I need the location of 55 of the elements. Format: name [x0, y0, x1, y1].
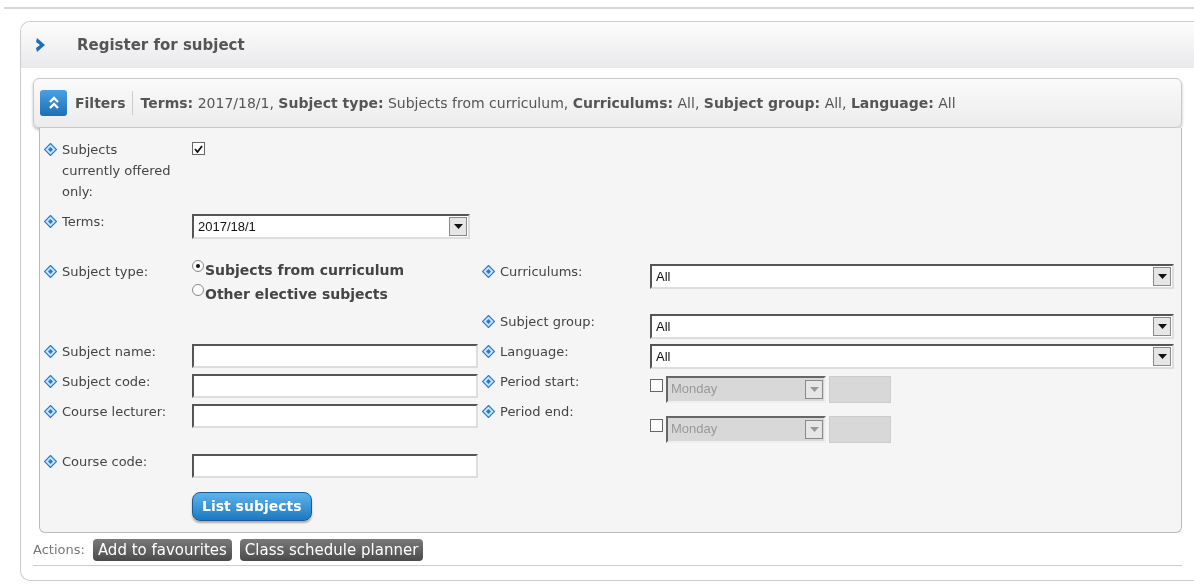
field-label: Period start: — [500, 373, 581, 391]
radio-button[interactable] — [192, 284, 204, 296]
dropdown[interactable]: All — [650, 344, 1174, 369]
diamond-bullet-icon — [44, 143, 57, 156]
radio-button[interactable] — [192, 260, 204, 272]
field-label: Language: — [500, 343, 570, 361]
checkbox[interactable] — [192, 142, 205, 155]
diamond-bullet-icon — [44, 215, 57, 228]
panel-title: Register for subject — [77, 34, 245, 56]
field-label: Terms: — [62, 213, 106, 231]
radio-option[interactable]: Subjects from curriculum — [192, 258, 482, 282]
chevron-icon — [35, 37, 47, 53]
text-field[interactable] — [192, 344, 478, 368]
diamond-bullet-icon — [44, 405, 57, 418]
double-chevron-icon — [47, 96, 60, 110]
diamond-bullet-icon — [482, 315, 495, 328]
diamond-bullet-icon — [44, 455, 57, 468]
dropdown[interactable]: All — [650, 314, 1174, 339]
filters-summary: Terms: 2017/18/1, Subject type: Subjects from curriculum, Curriculums: All, Subject group: All, Language: All — [139, 93, 956, 113]
collapse-button[interactable] — [40, 90, 67, 116]
text-field[interactable] — [192, 404, 478, 428]
field-label: Curriculums: — [500, 263, 584, 281]
text-field[interactable] — [192, 454, 478, 478]
radio-option[interactable]: Other elective subjects — [192, 282, 482, 306]
time-field[interactable] — [829, 415, 891, 443]
field-label: Course code: — [62, 453, 149, 471]
field-label: Course lecturer: — [62, 403, 168, 421]
action-button[interactable]: Class schedule planner — [239, 539, 424, 561]
text-field[interactable] — [192, 374, 478, 398]
dropdown-arrow-icon — [1157, 324, 1167, 329]
time-field[interactable] — [829, 375, 891, 403]
filters-label: Filters — [67, 91, 133, 115]
diamond-bullet-icon — [44, 345, 57, 358]
dropdown-arrow-icon — [453, 224, 463, 229]
field-label: Subject group: — [500, 313, 596, 331]
dropdown-arrow-icon — [1157, 354, 1167, 359]
field-label: Subjects currently offered only: — [62, 141, 172, 201]
dropdown[interactable]: All — [650, 264, 1174, 289]
field-label: Subject type: — [62, 263, 150, 281]
dropdown-arrow-icon — [809, 386, 819, 392]
diamond-bullet-icon — [44, 375, 57, 388]
dropdown[interactable]: 2017/18/1 — [192, 214, 470, 239]
dropdown-arrow-icon — [809, 426, 819, 432]
actions-label: Actions: — [33, 541, 85, 560]
field-label: Subject code: — [62, 373, 152, 391]
dropdown-arrow-icon — [1157, 274, 1167, 279]
field-label: Subject name: — [62, 343, 157, 361]
action-button[interactable]: Add to favourites — [92, 539, 232, 561]
diamond-bullet-icon — [44, 265, 57, 278]
diamond-bullet-icon — [482, 375, 495, 388]
check-icon — [194, 144, 203, 153]
diamond-bullet-icon — [482, 265, 495, 278]
field-label: Period end: — [500, 403, 575, 421]
diamond-bullet-icon — [482, 345, 495, 358]
diamond-bullet-icon — [482, 405, 495, 418]
